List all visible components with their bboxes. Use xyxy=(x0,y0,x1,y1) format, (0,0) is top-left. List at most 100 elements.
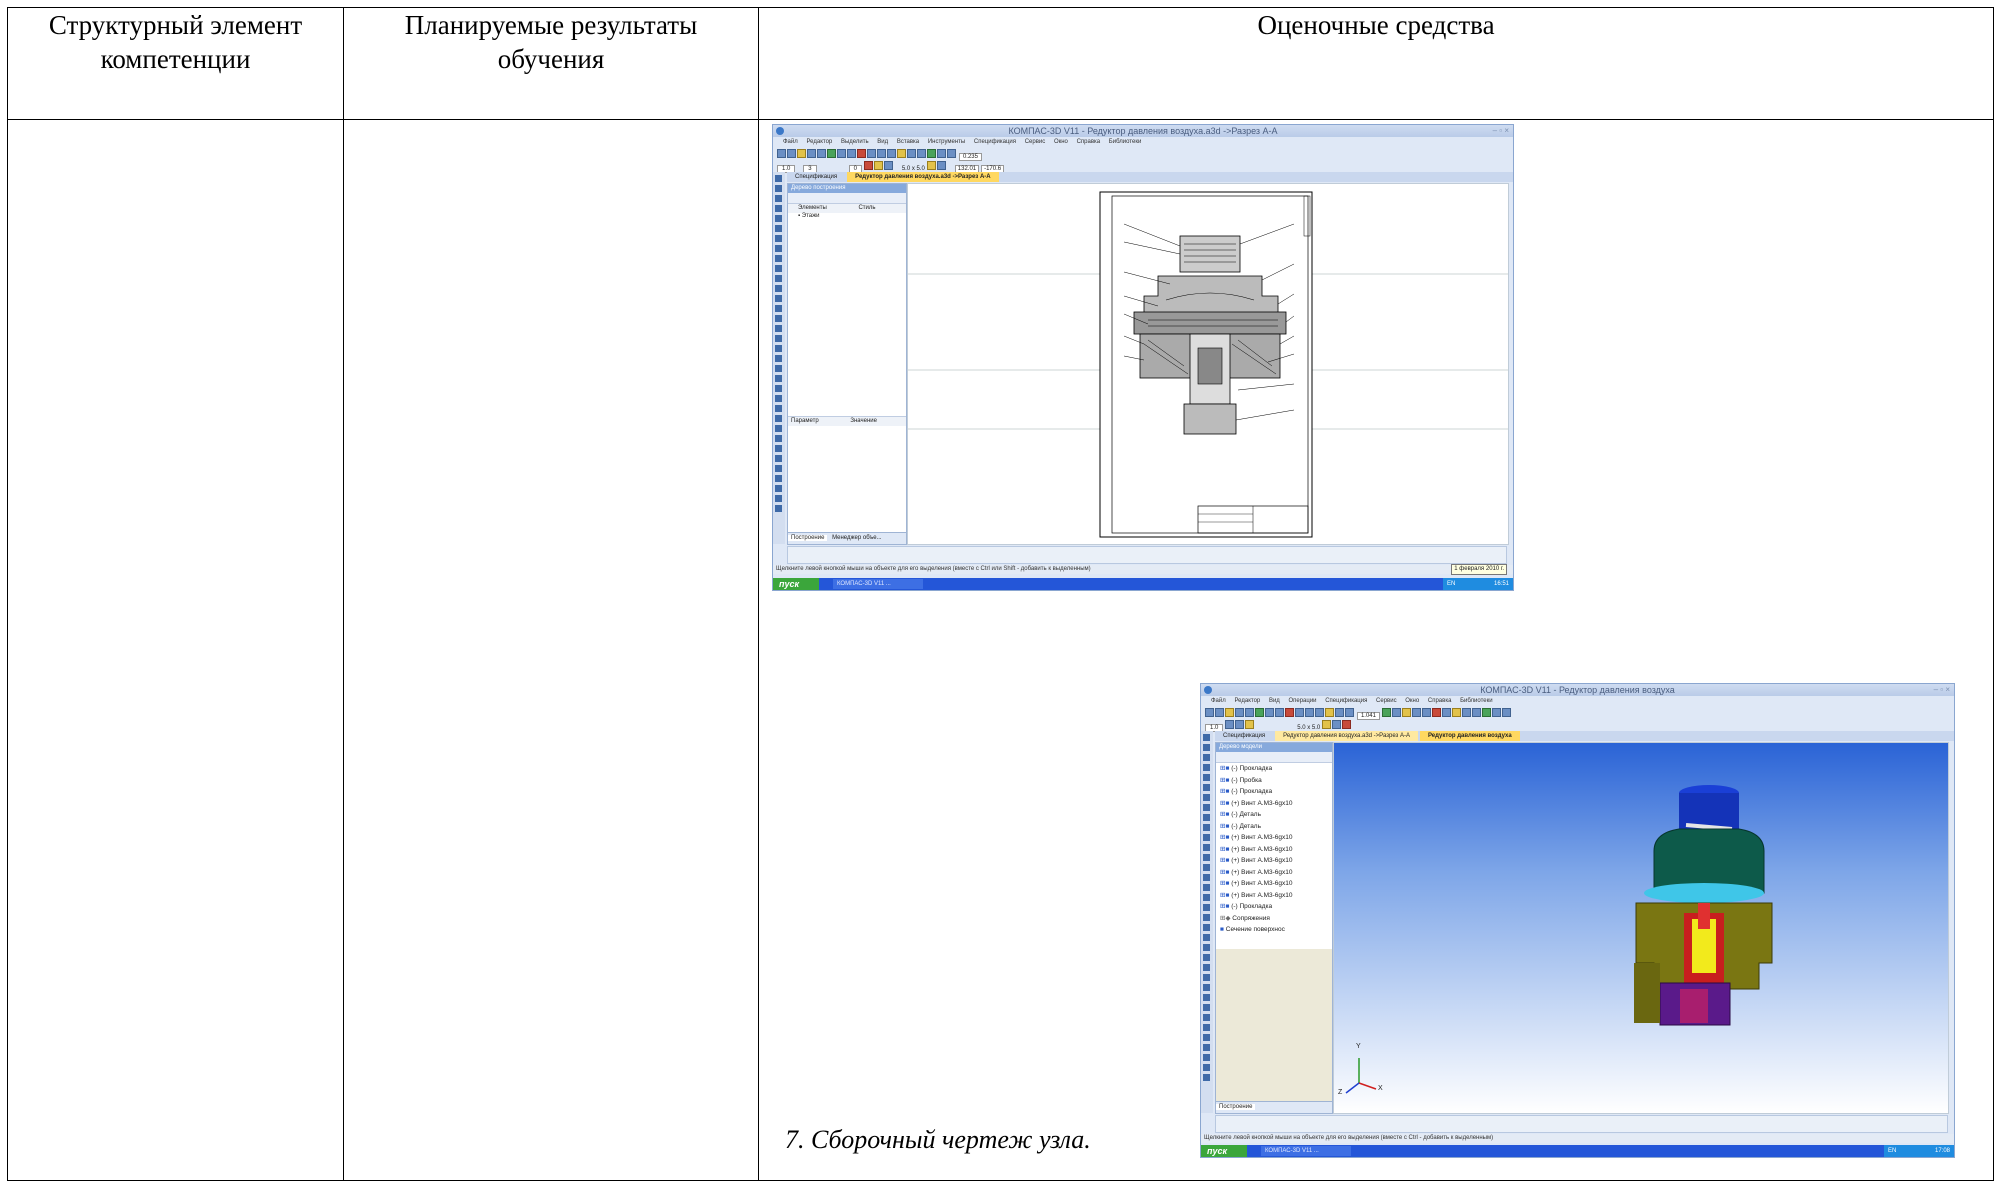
tree-item-label: (+) Винт А.М3-6gx10 xyxy=(1231,845,1293,853)
window-titlebar: КОМПАС-3D V11 - Редуктор давления воздух… xyxy=(773,125,1513,137)
tree-item[interactable]: ⊞■ (-) Прокладка xyxy=(1220,901,1332,913)
tab-specification[interactable]: Спецификация xyxy=(1215,731,1273,741)
tab-construction[interactable]: Построение xyxy=(1216,1104,1256,1110)
tree-toolbar xyxy=(1216,752,1332,763)
start-button[interactable]: пуск xyxy=(773,578,819,590)
tree-item-label: (+) Винт А.М3-6gx10 xyxy=(1231,880,1293,887)
tree-item-label: Сопряжения xyxy=(1232,914,1270,922)
menu-item-service[interactable]: Сервис xyxy=(1025,139,1046,145)
menu-item-specification[interactable]: Спецификация xyxy=(1325,698,1367,704)
tree-item[interactable]: ⊞■ (+) Винт А.М3-6gx10 xyxy=(1220,844,1332,856)
param-column-value: Значение xyxy=(850,418,877,424)
tree-item[interactable]: ⊞■ (-) Пробка xyxy=(1220,775,1332,787)
date-tooltip: 1 февраля 2010 г. xyxy=(1451,564,1507,575)
tree-column-style: Стиль xyxy=(858,205,876,211)
tree-item-label: (+) Винт А.М3-6gx10 xyxy=(1231,891,1293,899)
header-assessment-tools: Оценочные средства xyxy=(758,7,1994,120)
assembly-drawing-sheet xyxy=(908,191,1508,538)
current-state-toolbar: 1.0 3 0 5.0 x 5.0 132.01 -170.6 xyxy=(777,160,1509,173)
window-controls[interactable]: – ▫ × xyxy=(1493,125,1509,137)
left-compact-toolbar xyxy=(773,172,785,544)
menu-item-service[interactable]: Сервис xyxy=(1376,698,1397,704)
model-tree-list: ⊞■ (-) Прокладка ⊞■ (-) Пробка ⊞■ (-) Пр… xyxy=(1216,763,1332,949)
tree-item[interactable]: ⊞■ (-) Прокладка xyxy=(1220,763,1332,775)
tree-item-label: Этажи xyxy=(801,213,820,219)
cell-planned-results xyxy=(343,119,759,1181)
window-controls[interactable]: – ▫ × xyxy=(1934,684,1950,696)
parameters-header: Параметр Значение xyxy=(788,416,906,426)
menu-item-select[interactable]: Выделить xyxy=(841,139,869,145)
tree-item[interactable]: ▪ Этажи xyxy=(788,213,906,219)
menu-item-window[interactable]: Окно xyxy=(1405,698,1419,704)
tree-item-label: (+) Винт А.М3-6gx10 xyxy=(1231,834,1293,841)
tree-toolbar xyxy=(788,193,906,204)
status-bar: Щелкните левой кнопкой мыши на объекте д… xyxy=(773,565,1513,574)
panel-bottom-tabs: Построение Менеджер объе... xyxy=(788,532,906,544)
kompas-window-3d-model: КОМПАС-3D V11 - Редуктор давления воздух… xyxy=(1200,683,1955,1158)
taskbar-item-kompas[interactable]: КОМПАС-3D V11 ... xyxy=(1261,1146,1351,1156)
menu-item-editor[interactable]: Редактор xyxy=(806,139,832,145)
tree-item[interactable]: ⊞■ (+) Винт А.М3-6gx10 xyxy=(1220,890,1332,902)
tree-item-label: (+) Винт А.М3-6gx10 xyxy=(1231,857,1293,864)
tree-item[interactable]: ⊞◆ Сопряжения xyxy=(1220,913,1332,925)
language-indicator[interactable]: EN xyxy=(1888,1145,1896,1157)
system-tray: EN 16:51 xyxy=(1443,578,1513,590)
windows-taskbar: пуск КОМПАС-3D V11 ... EN 16:51 xyxy=(773,578,1513,590)
menu-item-editor[interactable]: Редактор xyxy=(1234,698,1260,704)
menu-item-help[interactable]: Справка xyxy=(1428,698,1452,704)
tree-panel-title: Дерево модели xyxy=(1216,743,1332,752)
menu-item-view[interactable]: Вид xyxy=(1269,698,1280,704)
taskbar-item-kompas[interactable]: КОМПАС-3D V11 ... xyxy=(833,579,923,589)
tree-item[interactable]: ⊞■ (+) Винт А.М3-6gx10 xyxy=(1220,867,1332,879)
tab-section-drawing[interactable]: Редуктор давления воздуха.a3d ->Разрез А… xyxy=(847,172,999,182)
start-button[interactable]: пуск xyxy=(1201,1145,1247,1157)
windows-taskbar: пуск КОМПАС-3D V11 ... EN 17:08 xyxy=(1201,1145,1954,1157)
tab-object-manager[interactable]: Менеджер объе... xyxy=(829,535,884,541)
document-tabs: Спецификация Редуктор давления воздуха.a… xyxy=(1215,731,1954,741)
tree-item[interactable]: ■ Сечение поверхнос xyxy=(1220,924,1332,936)
tree-item[interactable]: ⊞■ (-) Прокладка xyxy=(1220,786,1332,798)
axis-label-x: X xyxy=(1378,1085,1383,1092)
3d-viewport[interactable]: Y X Z xyxy=(1333,742,1949,1114)
menu-item-view[interactable]: Вид xyxy=(877,139,888,145)
tree-column-elements: Элементы xyxy=(798,205,827,211)
tab-3d-assembly[interactable]: Редуктор давления воздуха xyxy=(1419,731,1520,741)
window-title: КОМПАС-3D V11 - Редуктор давления воздух… xyxy=(1008,126,1278,136)
menu-item-libraries[interactable]: Библиотеки xyxy=(1109,139,1142,145)
tab-specification[interactable]: Спецификация xyxy=(787,172,845,182)
window-titlebar: КОМПАС-3D V11 - Редуктор давления воздух… xyxy=(1201,684,1954,696)
menu-item-libraries[interactable]: Библиотеки xyxy=(1460,698,1493,704)
tree-item[interactable]: ⊞■ (-) Деталь xyxy=(1220,809,1332,821)
tab-section-drawing[interactable]: Редуктор давления воздуха.a3d ->Разрез А… xyxy=(1275,731,1418,741)
tree-item-label: (-) Пробка xyxy=(1231,776,1262,784)
window-title: КОМПАС-3D V11 - Редуктор давления воздух… xyxy=(1480,685,1675,695)
panel-bottom-tabs: Построение xyxy=(1216,1101,1332,1113)
drawing-canvas[interactable] xyxy=(907,183,1509,545)
properties-panel xyxy=(787,546,1507,564)
menu-item-specification[interactable]: Спецификация xyxy=(974,139,1016,145)
tree-item[interactable]: ⊞■ (-) Деталь xyxy=(1220,821,1332,833)
tree-item-label: (+) Винт А.М3-6gx10 xyxy=(1231,868,1293,876)
menu-item-insert[interactable]: Вставка xyxy=(897,139,919,145)
tree-item[interactable]: ⊞■ (+) Винт А.М3-6gx10 xyxy=(1220,832,1332,844)
kompas-window-drawing: КОМПАС-3D V11 - Редуктор давления воздух… xyxy=(772,124,1514,591)
left-compact-toolbar xyxy=(1201,731,1213,1113)
menu-item-file[interactable]: Файл xyxy=(783,139,798,145)
tree-item-label: (-) Деталь xyxy=(1231,811,1261,818)
tree-item[interactable]: ⊞■ (+) Винт А.М3-6gx10 xyxy=(1220,878,1332,890)
tab-construction[interactable]: Построение xyxy=(788,535,828,541)
clock: 16:51 xyxy=(1493,581,1509,587)
menu-item-file[interactable]: Файл xyxy=(1211,698,1226,704)
kompas-app-icon xyxy=(776,127,784,135)
language-indicator[interactable]: EN xyxy=(1447,578,1455,590)
menu-item-operations[interactable]: Операции xyxy=(1288,698,1316,704)
menu-item-window[interactable]: Окно xyxy=(1054,139,1068,145)
tree-item[interactable]: ⊞■ (+) Винт А.М3-6gx10 xyxy=(1220,798,1332,810)
menu-item-tools[interactable]: Инструменты xyxy=(928,139,965,145)
cell-structural-element xyxy=(7,119,344,1181)
axis-label-y: Y xyxy=(1356,1043,1361,1050)
system-tray: EN 17:08 xyxy=(1884,1145,1954,1157)
menu-item-help[interactable]: Справка xyxy=(1077,139,1101,145)
tree-item[interactable]: ⊞■ (+) Винт А.М3-6gx10 xyxy=(1220,855,1332,867)
tree-item-label: Сечение поверхнос xyxy=(1225,926,1285,933)
